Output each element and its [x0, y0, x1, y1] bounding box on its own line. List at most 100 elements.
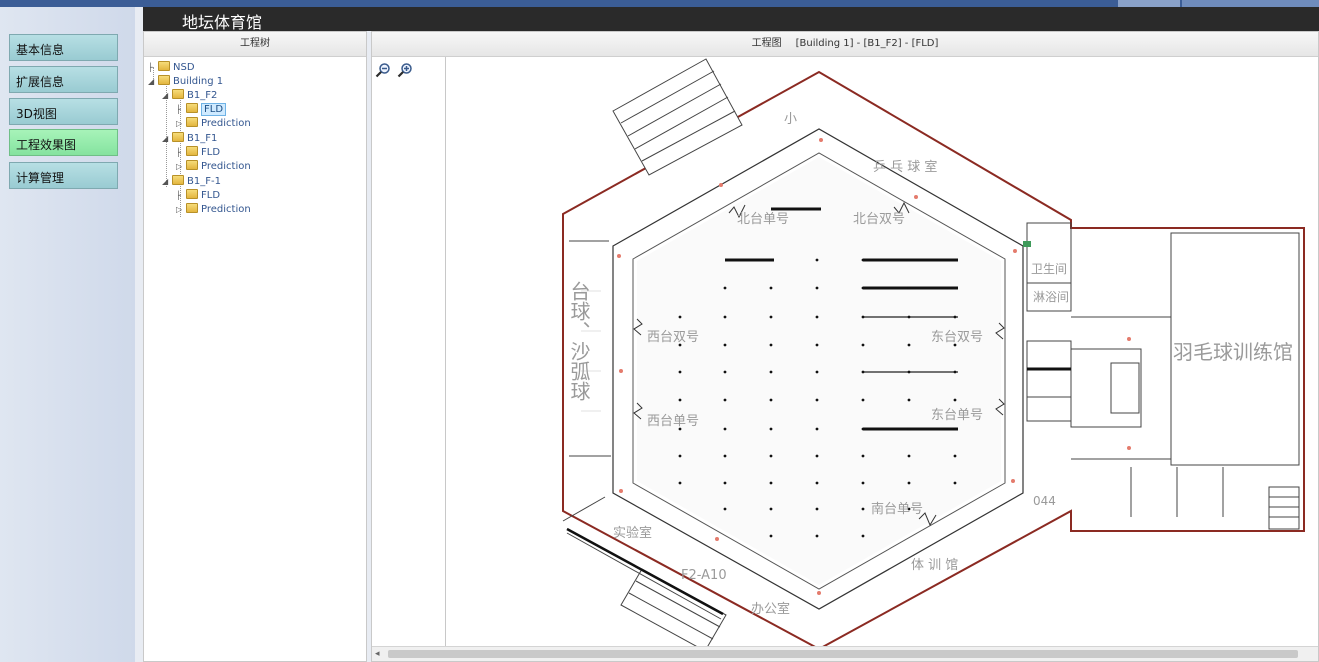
label-office: 办公室: [751, 601, 790, 617]
label-badminton: 羽毛球训练馆: [1173, 340, 1293, 364]
column-dot: [861, 427, 865, 431]
column-dot: [861, 534, 865, 538]
column-dot: [815, 507, 819, 511]
column-dot: [907, 315, 911, 319]
tree-node-building-1[interactable]: ◢ Building 1: [148, 75, 223, 89]
tree-node-b1-f1-fld[interactable]: ├ FLD: [176, 146, 220, 160]
column-dot: [769, 343, 773, 347]
column-dot: [861, 315, 865, 319]
column-dot: [815, 534, 819, 538]
tree-node-b1-f1[interactable]: ◢ B1_F1: [162, 132, 217, 146]
drawing-panel: 工程图 [Building 1] - [B1_F2] - [FLD] 北台单号 …: [371, 31, 1319, 662]
label-billiards: 台球、沙弧球: [567, 281, 591, 401]
tree-node-b1-f-1[interactable]: ◢ B1_F-1: [162, 175, 221, 189]
label-bath: 淋浴间: [1033, 290, 1069, 304]
column-dot: [953, 427, 957, 431]
nav-calculation-button[interactable]: 计算管理: [9, 162, 118, 189]
floor-plan-drawing[interactable]: 北台单号 北台双号 西台双号 西台单号 东台双号 东台单号 南台单号 乒 乓 球…: [372, 57, 1318, 648]
column-dot: [953, 454, 957, 458]
label-west-double: 西台双号: [647, 330, 699, 345]
nav-basic-info-button[interactable]: 基本信息: [9, 34, 118, 61]
column-dot: [815, 398, 819, 402]
column-dot: [861, 258, 865, 262]
drawing-header: 工程图 [Building 1] - [B1_F2] - [FLD]: [372, 32, 1318, 57]
label-small-room: 小: [784, 112, 797, 127]
label-pingpong: 乒 乓 球 室: [873, 159, 937, 175]
column-dot: [723, 454, 727, 458]
column-dot: [861, 398, 865, 402]
column-dot: [907, 343, 911, 347]
column-dot: [861, 481, 865, 485]
column-dot: [815, 315, 819, 319]
column-dot: [769, 534, 773, 538]
column-dot: [815, 286, 819, 290]
app-title-bar: 地坛体育馆: [143, 7, 1319, 32]
tree-node-b1-f2[interactable]: ◢ B1_F2: [162, 89, 217, 103]
column-dot: [769, 427, 773, 431]
column-dot: [769, 315, 773, 319]
column-dot: [953, 370, 957, 374]
column-dot: [723, 370, 727, 374]
tree-body: ├ NSD ◢ Building 1 ◢ B1_F2 ├ FLD ▷ Prediction…: [144, 57, 366, 657]
column-dot: [769, 507, 773, 511]
column-dot: [678, 454, 682, 458]
folder-icon: [158, 75, 170, 85]
folder-icon: [186, 117, 198, 127]
column-dot: [907, 398, 911, 402]
column-dot: [769, 258, 773, 262]
label-east-double: 东台双号: [931, 330, 983, 345]
tree-node-b1-f-1-fld[interactable]: ├ FLD: [176, 189, 220, 203]
column-dot: [861, 507, 865, 511]
label-tiaojian: 体 训 馆: [911, 558, 958, 573]
label-south-single: 南台单号: [871, 501, 923, 517]
tree-node-b1-f-1-prediction[interactable]: ▷ Prediction: [176, 203, 251, 217]
app-title: 地坛体育馆: [182, 13, 263, 32]
tree-node-b1-f2-fld[interactable]: ├ FLD: [176, 103, 227, 117]
column-dot: [769, 286, 773, 290]
tree-header: 工程树: [144, 32, 366, 57]
folder-icon: [186, 146, 198, 156]
top-strip-tab[interactable]: [1182, 0, 1319, 7]
folder-icon: [186, 103, 198, 113]
project-tree-panel: 工程树 ├ NSD ◢ Building 1 ◢ B1_F2 ├ FLD ▷ Predic…: [143, 31, 367, 662]
label-west-single: 西台单号: [647, 414, 699, 429]
drawing-header-title: 工程图: [751, 38, 782, 49]
label-wc: 卫生间: [1031, 262, 1067, 276]
nav-3d-view-button[interactable]: 3D视图: [9, 98, 118, 125]
tree-node-b1-f2-prediction[interactable]: ▷ Prediction: [176, 117, 251, 131]
column-dot: [907, 454, 911, 458]
label-f2-a10: F2-A10: [681, 568, 727, 583]
column-dot: [815, 370, 819, 374]
column-dot: [815, 343, 819, 347]
tree-node-nsd[interactable]: ├ NSD: [148, 61, 195, 75]
column-dot: [723, 427, 727, 431]
label-room-044: 044: [1033, 494, 1056, 508]
label-east-single: 东台单号: [931, 408, 983, 423]
scroll-left-icon[interactable]: ◂: [375, 647, 380, 661]
nav-extended-info-button[interactable]: 扩展信息: [9, 66, 118, 93]
label-north-double: 北台双号: [853, 212, 905, 227]
column-dot: [723, 315, 727, 319]
folder-icon: [186, 203, 198, 213]
folder-icon: [172, 132, 184, 142]
column-dot: [769, 370, 773, 374]
left-nav-panel: 基本信息 扩展信息 3D视图 工程效果图 计算管理: [0, 7, 135, 662]
column-dot: [953, 481, 957, 485]
folder-icon: [186, 160, 198, 170]
drawing-header-path: [Building 1] - [B1_F2] - [FLD]: [795, 38, 939, 49]
column-dot: [861, 286, 865, 290]
nav-project-drawing-button[interactable]: 工程效果图: [9, 129, 118, 156]
horizontal-scrollbar[interactable]: ◂: [372, 646, 1318, 661]
column-dot: [678, 481, 682, 485]
scrollbar-thumb[interactable]: [388, 650, 1298, 658]
column-dot: [953, 315, 957, 319]
column-dot: [678, 370, 682, 374]
tree-node-b1-f1-prediction[interactable]: ▷ Prediction: [176, 160, 251, 174]
top-strip-tab[interactable]: [1118, 0, 1180, 7]
column-dot: [815, 454, 819, 458]
column-dot: [769, 454, 773, 458]
column-dot: [953, 398, 957, 402]
column-dot: [861, 454, 865, 458]
folder-icon: [172, 89, 184, 99]
column-dot: [861, 343, 865, 347]
